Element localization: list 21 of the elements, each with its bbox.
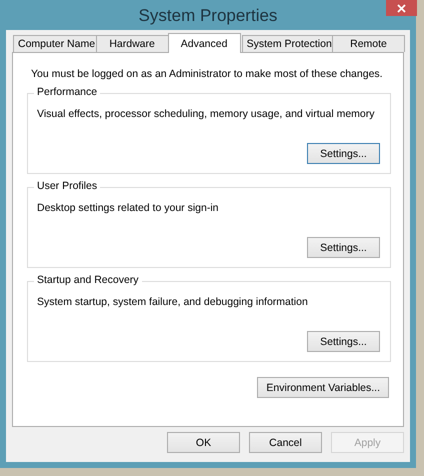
group-title: Startup and Recovery [34, 274, 142, 286]
settings-button[interactable]: Settings... [307, 143, 380, 164]
close-icon [397, 4, 406, 12]
tab[interactable]: Computer Name [13, 35, 97, 52]
group-title: User Profiles [34, 180, 100, 192]
tab[interactable]: System Protection [242, 35, 333, 52]
dialog-button[interactable]: OK [167, 432, 240, 453]
group-description: Visual effects, processor scheduling, memory usage, and virtual memory [37, 108, 375, 120]
group-title: Performance [34, 86, 100, 98]
group-description: System startup, system failure, and debugging information [37, 296, 308, 308]
notice-text: You must be logged on as an Administrator to make most of these changes. [31, 68, 383, 80]
group-description: Desktop settings related to your sign-in [37, 202, 219, 214]
window-title: System Properties [138, 6, 278, 26]
settings-button[interactable]: Settings... [307, 237, 380, 258]
tab[interactable]: Remote [332, 35, 405, 52]
close-button[interactable] [386, 0, 417, 16]
tab[interactable]: Hardware [96, 35, 169, 52]
environment-variables-button[interactable]: Environment Variables... [257, 377, 389, 398]
dialog-button[interactable]: Cancel [249, 432, 322, 453]
tab[interactable]: Advanced [168, 33, 241, 53]
settings-button[interactable]: Settings... [307, 331, 380, 352]
